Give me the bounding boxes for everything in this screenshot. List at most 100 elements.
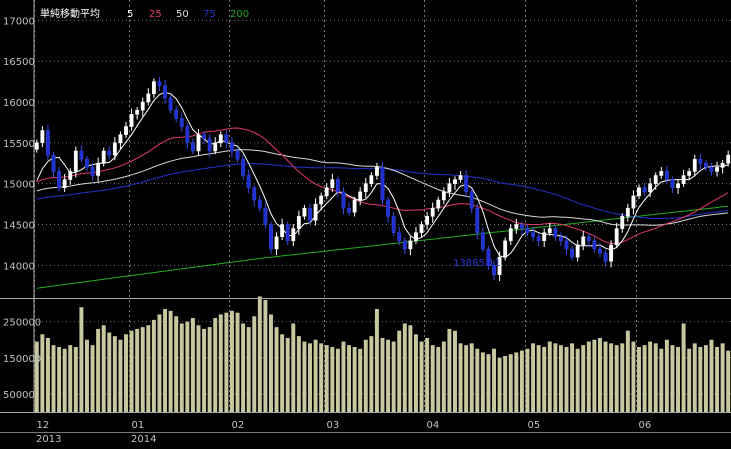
candle-body bbox=[319, 195, 324, 205]
volume-bar bbox=[715, 346, 720, 412]
candle-body bbox=[464, 175, 469, 193]
volume-bar bbox=[726, 350, 731, 412]
candle-body bbox=[79, 150, 84, 160]
candle-body bbox=[670, 179, 675, 188]
volume-bar bbox=[330, 346, 335, 412]
volume-bar bbox=[692, 343, 697, 412]
volume-bar bbox=[670, 345, 675, 412]
candle-body bbox=[664, 171, 669, 180]
volume-bar bbox=[68, 345, 73, 412]
y-tick-label: 15500 bbox=[3, 139, 35, 150]
candle-body bbox=[85, 158, 89, 168]
volume-bar bbox=[564, 346, 569, 412]
candle-body bbox=[124, 126, 128, 135]
volume-bar bbox=[151, 319, 156, 412]
volume-bar bbox=[319, 343, 324, 412]
volume-bar bbox=[536, 345, 541, 412]
volume-bar bbox=[698, 346, 703, 412]
candle-body bbox=[179, 118, 184, 127]
candle-body bbox=[207, 138, 212, 152]
candle-body bbox=[620, 216, 625, 229]
candle-body bbox=[185, 126, 190, 144]
candle-body bbox=[196, 134, 201, 152]
volume-bar bbox=[575, 348, 580, 412]
volume-bar bbox=[274, 327, 279, 412]
volume-bar bbox=[84, 339, 89, 412]
volume-bar bbox=[631, 341, 636, 412]
volume-bar bbox=[135, 328, 140, 412]
volume-bar bbox=[51, 345, 56, 412]
volume-bar bbox=[458, 343, 463, 412]
volume-bar bbox=[597, 337, 602, 412]
candle-body bbox=[447, 183, 452, 193]
candle-body bbox=[609, 244, 614, 262]
volume-bar bbox=[408, 325, 413, 412]
candle-body bbox=[347, 207, 351, 213]
candle-body bbox=[547, 228, 552, 233]
volume-bar bbox=[413, 334, 418, 412]
candle-body bbox=[425, 216, 430, 225]
volume-bar bbox=[347, 345, 352, 412]
volume-bar bbox=[397, 330, 402, 412]
volume-bar bbox=[73, 346, 78, 412]
volume-bar bbox=[664, 339, 669, 412]
candle-body bbox=[274, 236, 279, 250]
volume-bar bbox=[659, 348, 664, 412]
candle-body bbox=[101, 150, 106, 164]
volume-bar bbox=[531, 343, 536, 412]
candle-body bbox=[163, 85, 167, 99]
volume-bar bbox=[558, 345, 563, 412]
volume-bar bbox=[157, 314, 162, 412]
x-tick-label: 01 bbox=[132, 420, 145, 431]
volume-bar bbox=[313, 339, 318, 412]
volume-bar bbox=[492, 348, 496, 412]
volume-bar bbox=[302, 341, 307, 412]
volume-bar bbox=[430, 345, 435, 412]
candle-body bbox=[631, 195, 636, 209]
volume-bar bbox=[637, 346, 641, 412]
candle-body bbox=[559, 236, 563, 242]
candle-body bbox=[698, 158, 703, 164]
candle-body bbox=[335, 179, 340, 193]
volume-bar bbox=[519, 350, 524, 412]
volume-bar bbox=[676, 346, 681, 412]
volume-bar bbox=[614, 345, 619, 412]
volume-bar bbox=[196, 325, 201, 412]
volume-bar bbox=[324, 345, 329, 412]
y-tick-label: 16500 bbox=[3, 57, 35, 68]
candle-body bbox=[531, 232, 535, 238]
candle-body bbox=[291, 228, 296, 242]
y-tick-label: 14500 bbox=[3, 221, 35, 232]
volume-bar bbox=[581, 345, 586, 412]
volume-bar bbox=[603, 341, 608, 412]
volume-bar bbox=[40, 334, 45, 412]
volume-bar bbox=[642, 345, 647, 412]
volume-bar bbox=[469, 343, 474, 412]
y-tick-label: 16000 bbox=[3, 98, 35, 109]
candle-body bbox=[358, 191, 363, 201]
volume-bar bbox=[96, 328, 101, 412]
candle-body bbox=[430, 207, 435, 217]
candle-body bbox=[380, 167, 385, 201]
x-tick-label: 06 bbox=[639, 420, 652, 431]
x-tick-label: 05 bbox=[528, 420, 541, 431]
y-tick-label: 17000 bbox=[3, 16, 35, 27]
volume-bar bbox=[525, 348, 530, 412]
volume-bar bbox=[224, 312, 229, 412]
legend-ma75: 75 bbox=[203, 9, 216, 20]
volume-bar bbox=[291, 323, 296, 412]
candle-body bbox=[257, 199, 262, 209]
candle-body bbox=[62, 179, 67, 188]
candle-body bbox=[73, 150, 78, 172]
candle-body bbox=[514, 224, 519, 229]
candle-body bbox=[397, 232, 402, 242]
candle-body bbox=[408, 240, 413, 250]
stock-chart: 17000 16500 16000 15500 15000 14500 14000 25000… bbox=[0, 0, 731, 449]
volume-bar bbox=[687, 348, 692, 412]
candle-body bbox=[168, 97, 173, 111]
candle-body bbox=[653, 175, 658, 184]
candle-body bbox=[614, 228, 619, 246]
candle-body bbox=[51, 154, 56, 172]
volume-bar bbox=[475, 348, 480, 412]
candle-body bbox=[313, 203, 318, 221]
